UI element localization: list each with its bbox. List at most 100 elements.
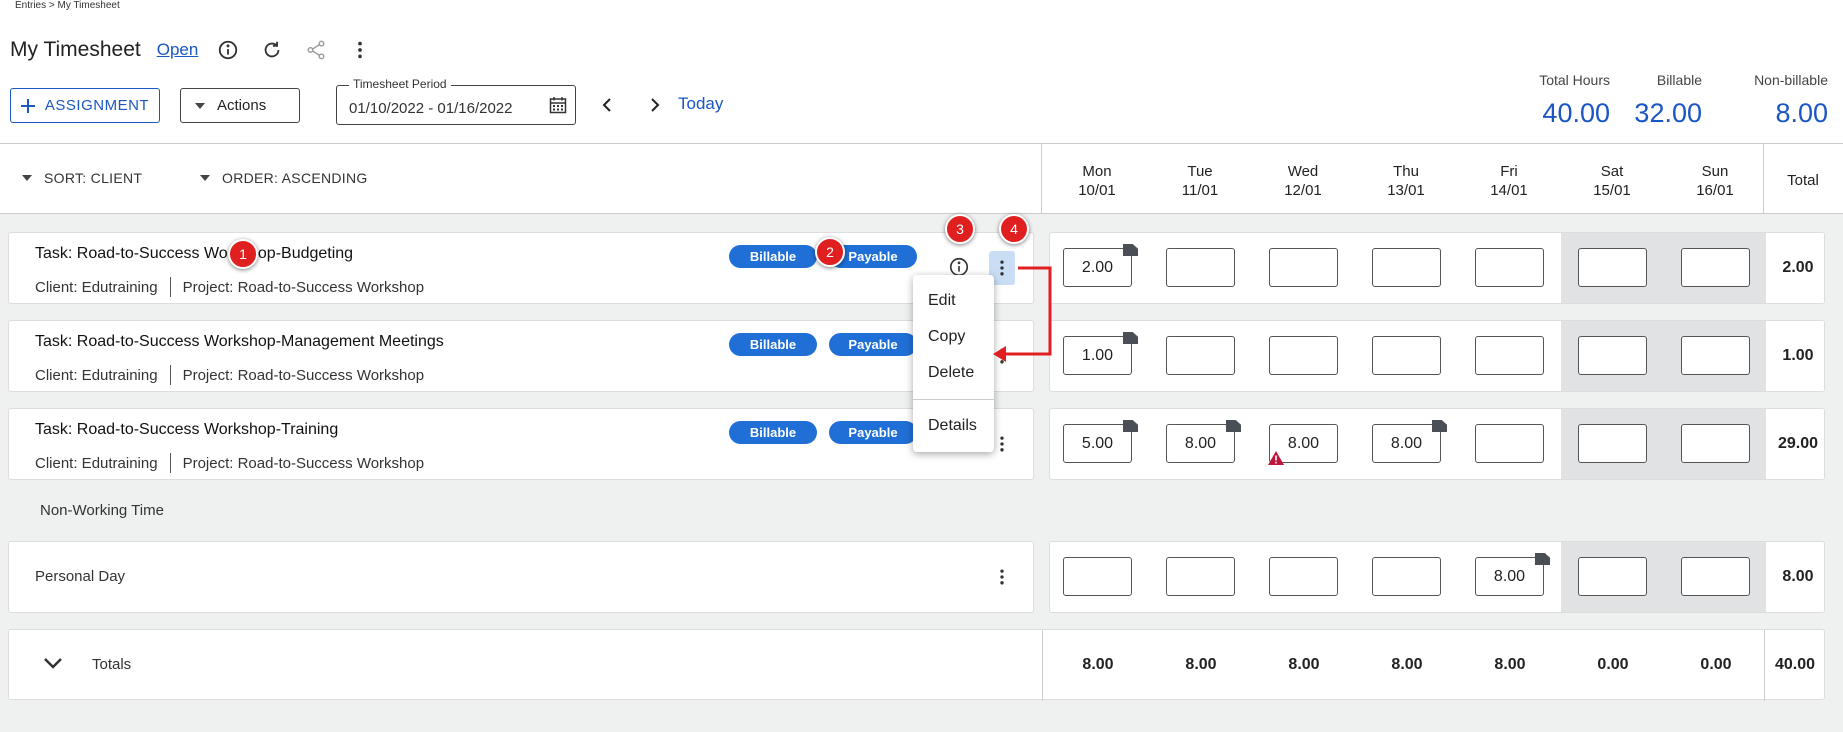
callout-badge: 1 <box>228 239 258 269</box>
status-link[interactable]: Open <box>157 40 199 60</box>
calendar-icon[interactable] <box>549 96 567 114</box>
hours-input[interactable] <box>1578 424 1647 463</box>
hours-input[interactable]: 2.00 <box>1063 248 1132 287</box>
note-icon[interactable] <box>1226 420 1241 432</box>
timesheet-period-field[interactable]: Timesheet Period 01/10/2022 - 01/16/2022 <box>336 77 576 125</box>
personal-day-row: Personal Day <box>8 541 1034 613</box>
billable-value: 32.00 <box>1634 98 1702 128</box>
next-period-button[interactable] <box>642 90 668 120</box>
note-icon[interactable] <box>1123 420 1138 432</box>
hours-input[interactable] <box>1681 557 1750 596</box>
hours-input[interactable] <box>1372 248 1441 287</box>
hours-input[interactable] <box>1166 248 1235 287</box>
note-icon[interactable] <box>1535 553 1550 565</box>
hours-input[interactable] <box>1681 336 1750 375</box>
day-name: Mon <box>1082 163 1112 180</box>
payable-badge: Payable <box>829 421 917 444</box>
period-value: 01/10/2022 - 01/16/2022 <box>349 100 513 117</box>
hours-input[interactable] <box>1475 248 1544 287</box>
chevron-right-icon <box>651 98 660 112</box>
project-label: Project: Road-to-Success Workshop <box>182 366 425 384</box>
menu-divider <box>913 399 994 400</box>
separator <box>169 365 171 385</box>
hours-input[interactable] <box>1372 336 1441 375</box>
billable-badge: Billable <box>729 333 817 356</box>
hours-input[interactable] <box>1269 248 1338 287</box>
project-label: Project: Road-to-Success Workshop <box>182 454 425 472</box>
warning-icon <box>1268 451 1284 465</box>
row-more-icon[interactable] <box>989 560 1015 594</box>
hours-input[interactable]: 5.00 <box>1063 424 1132 463</box>
more-options-icon[interactable] <box>346 36 374 64</box>
plus-icon <box>20 98 35 113</box>
hours-input[interactable] <box>1372 557 1441 596</box>
actions-dropdown[interactable]: Actions <box>180 88 300 123</box>
chevron-down-icon[interactable] <box>43 656 63 670</box>
menu-edit[interactable]: Edit <box>928 292 956 310</box>
divider <box>1041 144 1042 214</box>
order-dropdown[interactable]: ORDER: ASCENDING <box>200 170 368 186</box>
callout-badge: 3 <box>945 214 975 244</box>
row-context-menu: Edit Copy Delete Details <box>913 275 994 452</box>
title-row: My Timesheet Open <box>10 36 374 64</box>
nonbillable-summary: Non-billable 8.00 <box>1720 72 1828 129</box>
billable-summary: Billable 32.00 <box>1620 72 1702 129</box>
info-icon[interactable] <box>214 36 242 64</box>
note-icon[interactable] <box>1432 420 1447 432</box>
hours-input[interactable] <box>1063 557 1132 596</box>
day-total: 8.00 <box>1391 656 1423 673</box>
hours-input[interactable] <box>1269 336 1338 375</box>
task-row-budgeting: Task: Road-to-Success Workshop-Budgeting… <box>8 232 1034 304</box>
period-label: Timesheet Period <box>349 77 451 91</box>
today-link[interactable]: Today <box>678 94 723 114</box>
note-icon[interactable] <box>1123 332 1138 344</box>
total-column-header: Total <box>1787 172 1819 189</box>
grid-row-training: 5.00 8.00 8.00 8.00 29.00 <box>1049 408 1825 480</box>
hours-input[interactable] <box>1166 336 1235 375</box>
hours-input[interactable] <box>1269 557 1338 596</box>
personal-day-label: Personal Day <box>35 568 126 585</box>
sort-dropdown[interactable]: SORT: CLIENT <box>22 170 142 186</box>
task-title: Task: Road-to-Success Workshop-Budgeting <box>35 245 354 262</box>
assignment-label: ASSIGNMENT <box>44 97 150 114</box>
day-date: 15/01 <box>1593 182 1631 199</box>
divider <box>1042 630 1043 701</box>
hours-input[interactable] <box>1578 248 1647 287</box>
day-date: 12/01 <box>1284 182 1322 199</box>
share-icon[interactable] <box>302 36 330 64</box>
hours-input[interactable]: 8.00 <box>1372 424 1441 463</box>
refresh-icon[interactable] <box>258 36 286 64</box>
menu-details[interactable]: Details <box>928 417 977 435</box>
billable-badge: Billable <box>729 245 817 268</box>
hours-input[interactable] <box>1578 336 1647 375</box>
total-hours-value: 40.00 <box>1542 98 1610 128</box>
row-total: 2.00 <box>1782 259 1814 276</box>
task-title: Task: Road-to-Success Workshop-Managemen… <box>35 333 444 350</box>
menu-copy[interactable]: Copy <box>928 328 965 346</box>
task-row-management-meetings: Task: Road-to-Success Workshop-Managemen… <box>8 320 1034 392</box>
note-icon[interactable] <box>1123 244 1138 256</box>
hours-input[interactable] <box>1681 248 1750 287</box>
day-total: 0.00 <box>1597 656 1629 673</box>
hours-input[interactable] <box>1681 424 1750 463</box>
task-row-training: Task: Road-to-Success Workshop-Training … <box>8 408 1034 480</box>
client-label: Client: Edutraining <box>35 454 158 472</box>
day-date: 13/01 <box>1387 182 1425 199</box>
menu-delete[interactable]: Delete <box>928 364 974 382</box>
order-label: ORDER: ASCENDING <box>222 170 368 186</box>
previous-period-button[interactable] <box>594 90 620 120</box>
hours-input[interactable] <box>1475 424 1544 463</box>
day-name: Wed <box>1287 163 1319 180</box>
day-header-tue: Tue 11/01 <box>1160 162 1240 200</box>
day-header-mon: Mon 10/01 <box>1057 162 1137 200</box>
hours-input[interactable]: 8.00 <box>1475 557 1544 596</box>
hours-input[interactable]: 1.00 <box>1063 336 1132 375</box>
callout-badge: 4 <box>999 214 1029 244</box>
hours-input[interactable]: 8.00 <box>1166 424 1235 463</box>
day-total: 8.00 <box>1082 656 1114 673</box>
hours-input[interactable] <box>1475 336 1544 375</box>
add-assignment-button[interactable]: ASSIGNMENT <box>10 88 160 123</box>
day-name: Thu <box>1393 163 1419 180</box>
hours-input[interactable] <box>1578 557 1647 596</box>
hours-input[interactable] <box>1166 557 1235 596</box>
